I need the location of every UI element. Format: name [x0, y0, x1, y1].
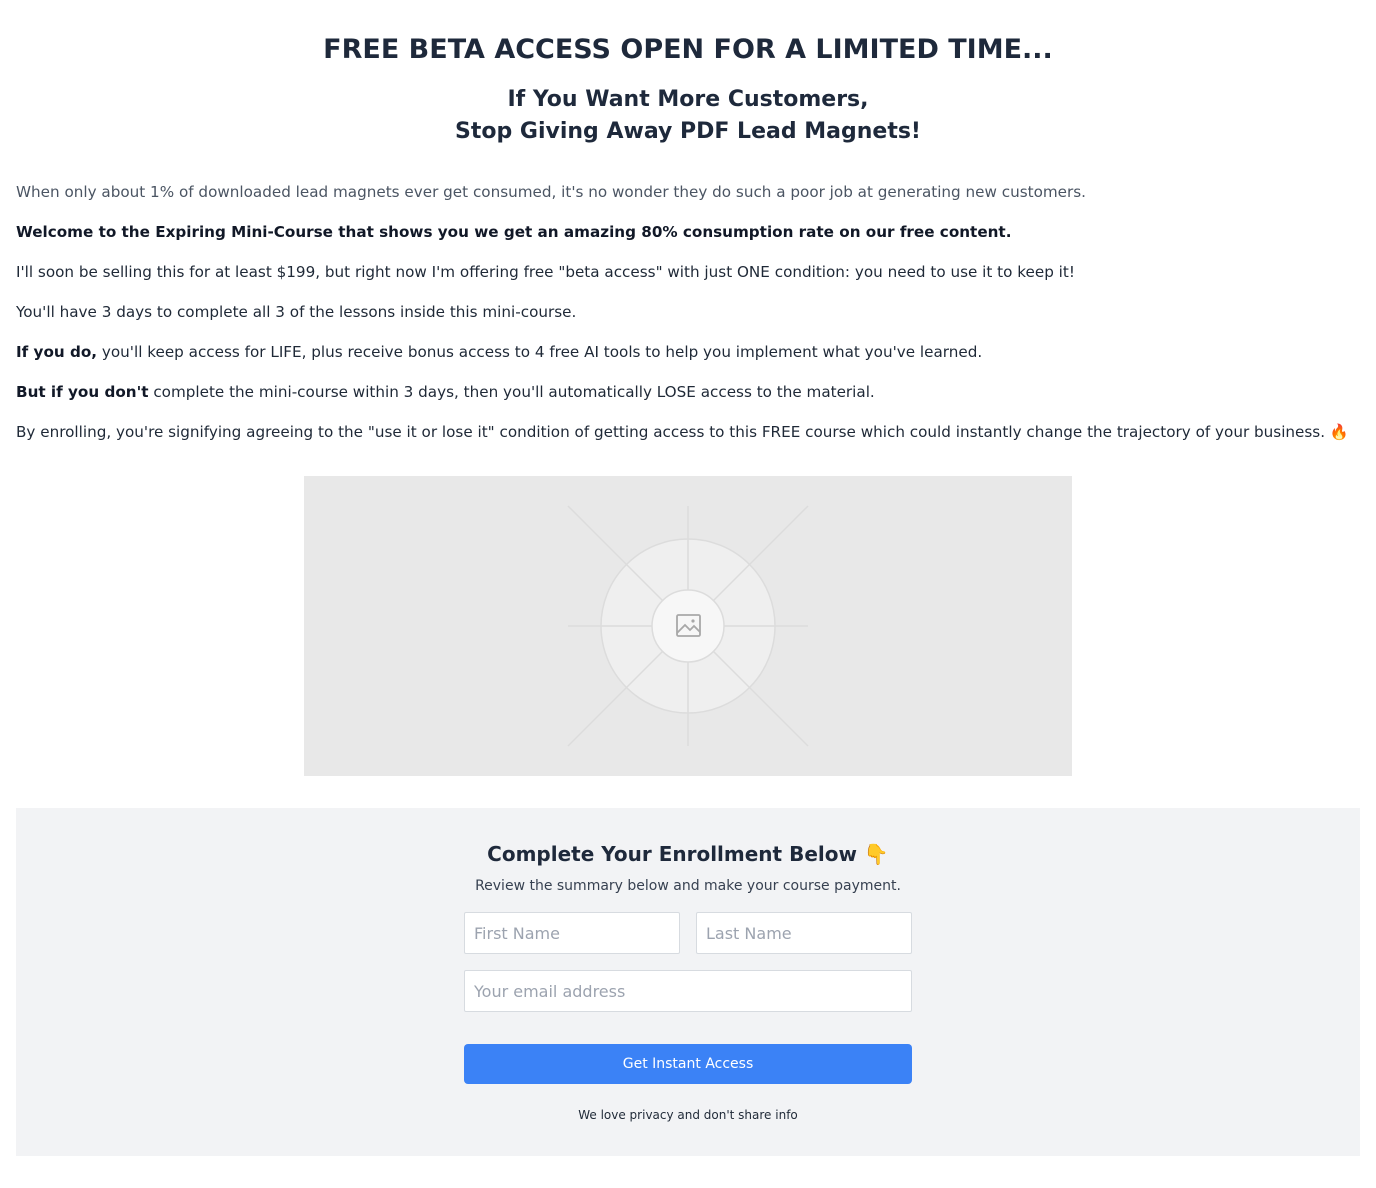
course-image-placeholder: [304, 476, 1072, 776]
if-you-do-bold: If you do,: [16, 343, 98, 361]
image-placeholder-graphic: [567, 505, 809, 747]
enrollment-subtitle: Review the summary below and make your c…: [475, 878, 901, 894]
offer-paragraph: I'll soon be selling this for at least $…: [16, 263, 1075, 281]
email-field[interactable]: [464, 970, 912, 1012]
subheadline-line-1: If You Want More Customers,: [507, 87, 869, 112]
if-you-dont-text: complete the mini-course within 3 days, …: [148, 383, 875, 401]
if-you-do-text: you'll keep access for LIFE, plus receiv…: [97, 343, 983, 361]
welcome-paragraph: Welcome to the Expiring Mini-Course that…: [16, 220, 1360, 244]
privacy-note: We love privacy and don't share info: [578, 1108, 798, 1122]
enrollment-section: Complete Your Enrollment Below 👇 Review …: [16, 808, 1360, 1156]
get-instant-access-button[interactable]: Get Instant Access: [464, 1044, 912, 1084]
enrolling-paragraph: By enrolling, you're signifying agreeing…: [16, 423, 1349, 441]
subheadline-line-2: Stop Giving Away PDF Lead Magnets!: [455, 119, 921, 144]
deadline-paragraph: You'll have 3 days to complete all 3 of …: [16, 303, 577, 321]
enrollment-title: Complete Your Enrollment Below 👇: [487, 842, 889, 866]
page-headline: FREE BETA ACCESS OPEN FOR A LIMITED TIME…: [323, 34, 1053, 65]
first-name-field[interactable]: [464, 912, 680, 954]
intro-paragraph: When only about 1% of downloaded lead ma…: [16, 183, 1086, 201]
if-you-do-paragraph: If you do, you'll keep access for LIFE, …: [16, 340, 1360, 364]
last-name-field[interactable]: [696, 912, 912, 954]
page-subheadline: If You Want More Customers, Stop Giving …: [0, 84, 1376, 148]
welcome-text: Welcome to the Expiring Mini-Course that…: [16, 223, 1012, 241]
if-you-dont-paragraph: But if you don't complete the mini-cours…: [16, 380, 1360, 404]
if-you-dont-bold: But if you don't: [16, 383, 149, 401]
